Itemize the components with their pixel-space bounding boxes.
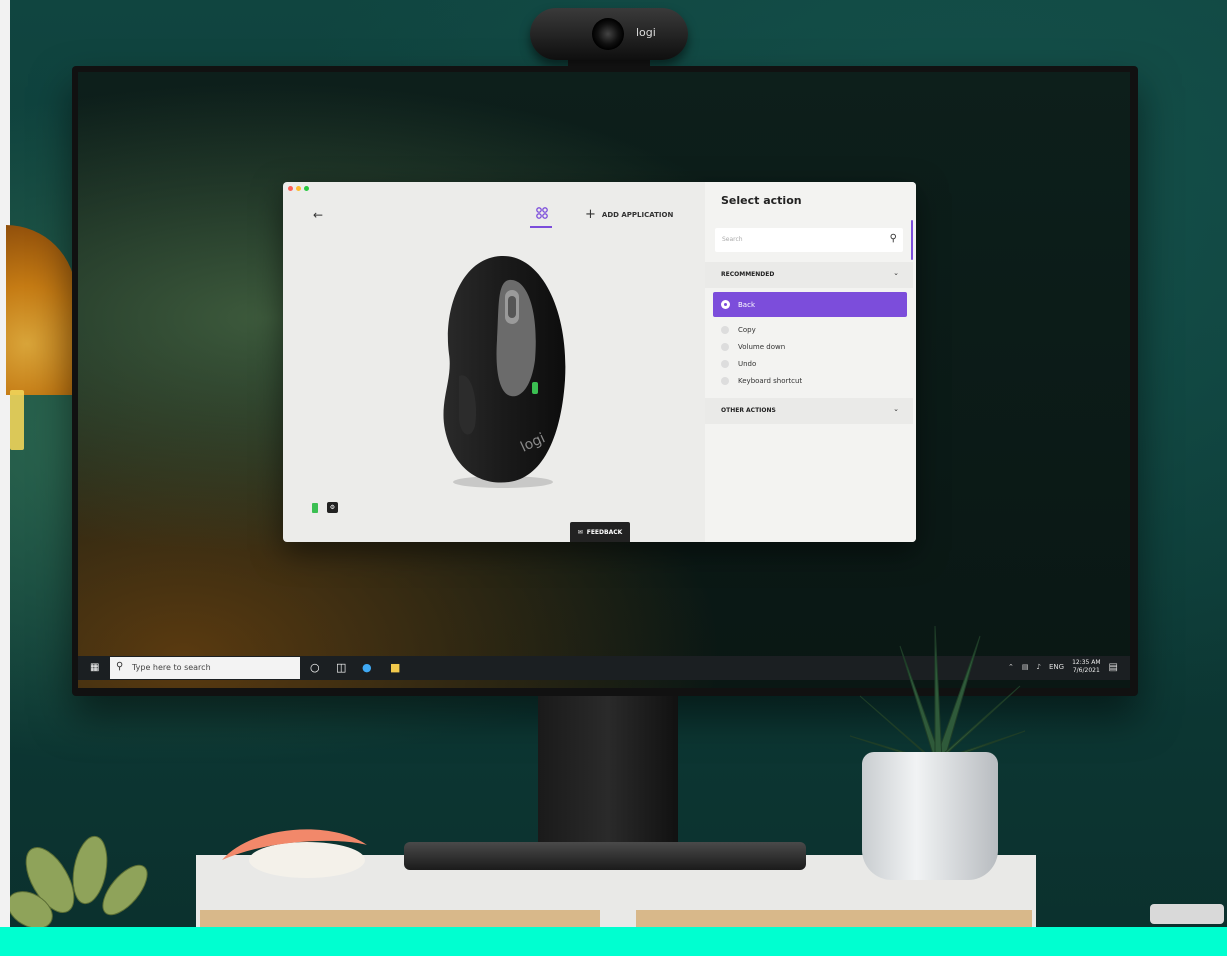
other-actions-section-header[interactable]: OTHER ACTIONS ⌄ bbox=[705, 398, 913, 424]
lamp-light bbox=[10, 390, 24, 450]
active-tab-indicator bbox=[530, 226, 552, 228]
chevron-down-icon: ⌄ bbox=[893, 269, 899, 277]
monitor-stand-neck bbox=[538, 696, 678, 848]
webcam: logi bbox=[530, 8, 688, 60]
clock-date: 7/6/2021 bbox=[1072, 667, 1100, 674]
monitor-screen: ← + ADD APPLICATION logi ⚙ ✉ FEEDBACK Se… bbox=[78, 72, 1130, 688]
monitor-stand-base bbox=[404, 842, 806, 870]
bottom-accent-bar bbox=[0, 927, 1227, 956]
cortana-icon[interactable]: ○ bbox=[310, 661, 320, 674]
recommended-section-header[interactable]: RECOMMENDED ⌄ bbox=[705, 262, 913, 288]
all-applications-icon[interactable] bbox=[533, 206, 551, 222]
radio-icon bbox=[721, 343, 729, 351]
feedback-label: FEEDBACK bbox=[586, 528, 623, 536]
action-search-input[interactable]: Search ⚲ bbox=[715, 228, 903, 252]
plus-icon: + bbox=[585, 207, 596, 222]
close-window-button[interactable] bbox=[288, 186, 293, 191]
clock-time: 12:35 AM bbox=[1072, 659, 1101, 666]
notification-icon[interactable]: ▤ bbox=[1109, 662, 1118, 673]
language-indicator[interactable]: ENG bbox=[1049, 663, 1064, 671]
window-controls bbox=[288, 186, 309, 191]
arrow-left-icon[interactable]: ← bbox=[313, 208, 323, 222]
task-view-icon[interactable]: ◫ bbox=[336, 661, 346, 674]
sushi bbox=[222, 829, 367, 878]
succulent bbox=[10, 835, 148, 928]
selected-action-label: Back bbox=[738, 301, 755, 309]
search-placeholder: Search bbox=[722, 236, 743, 243]
radio-icon bbox=[721, 377, 729, 385]
panel-title: Select action bbox=[721, 194, 802, 207]
plant bbox=[849, 626, 1026, 763]
radio-icon bbox=[721, 360, 729, 368]
file-explorer-icon[interactable]: ■ bbox=[390, 661, 400, 674]
action-option-label: Keyboard shortcut bbox=[738, 377, 803, 385]
other-actions-label: OTHER ACTIONS bbox=[721, 407, 776, 414]
plant-pot bbox=[862, 752, 998, 880]
search-icon: ⚲ bbox=[116, 661, 124, 672]
action-option-label: Undo bbox=[738, 360, 757, 368]
recommended-label: RECOMMENDED bbox=[721, 271, 775, 278]
action-option-label: Copy bbox=[738, 326, 756, 334]
feedback-button[interactable]: ✉ FEEDBACK bbox=[570, 522, 630, 542]
left-border bbox=[0, 0, 10, 956]
battery-icon bbox=[312, 503, 318, 513]
search-icon: ⚲ bbox=[889, 233, 897, 244]
minimize-window-button[interactable] bbox=[296, 186, 301, 191]
coaster bbox=[1150, 904, 1224, 924]
logi-options-window: ← + ADD APPLICATION logi ⚙ ✉ FEEDBACK Se… bbox=[283, 182, 916, 542]
edge-browser-icon[interactable]: ● bbox=[362, 661, 372, 674]
add-application-button[interactable]: + ADD APPLICATION bbox=[585, 207, 673, 222]
maximize-window-button[interactable] bbox=[304, 186, 309, 191]
receiver-icon[interactable]: ⚙ bbox=[327, 502, 338, 513]
mouse-image: logi bbox=[443, 255, 566, 488]
action-option-label: Volume down bbox=[738, 343, 786, 351]
webcam-lens bbox=[592, 18, 624, 50]
radio-icon bbox=[721, 326, 729, 334]
action-option-selected[interactable]: Back bbox=[713, 292, 907, 317]
select-action-panel: Select action Search ⚲ RECOMMENDED ⌄ Bac… bbox=[705, 182, 916, 542]
radio-selected-icon bbox=[721, 300, 730, 309]
chevron-down-icon: ⌄ bbox=[893, 405, 899, 413]
windows-start-icon[interactable]: ▦ bbox=[90, 662, 99, 673]
add-application-label: ADD APPLICATION bbox=[601, 210, 674, 219]
scrollbar[interactable] bbox=[911, 220, 913, 260]
volume-icon[interactable]: ♪ bbox=[1037, 663, 1041, 671]
webcam-brand: logi bbox=[636, 26, 656, 39]
clock[interactable]: 12:35 AM 7/6/2021 bbox=[1072, 659, 1100, 675]
scene: logi ← + ADD APPLICATION logi ⚙ ✉ FEEDBA… bbox=[0, 0, 1227, 956]
taskbar-search-placeholder: Type here to search bbox=[132, 663, 211, 672]
feedback-icon: ✉ bbox=[577, 528, 583, 536]
taskbar-search-input[interactable]: ⚲ Type here to search bbox=[110, 657, 300, 679]
